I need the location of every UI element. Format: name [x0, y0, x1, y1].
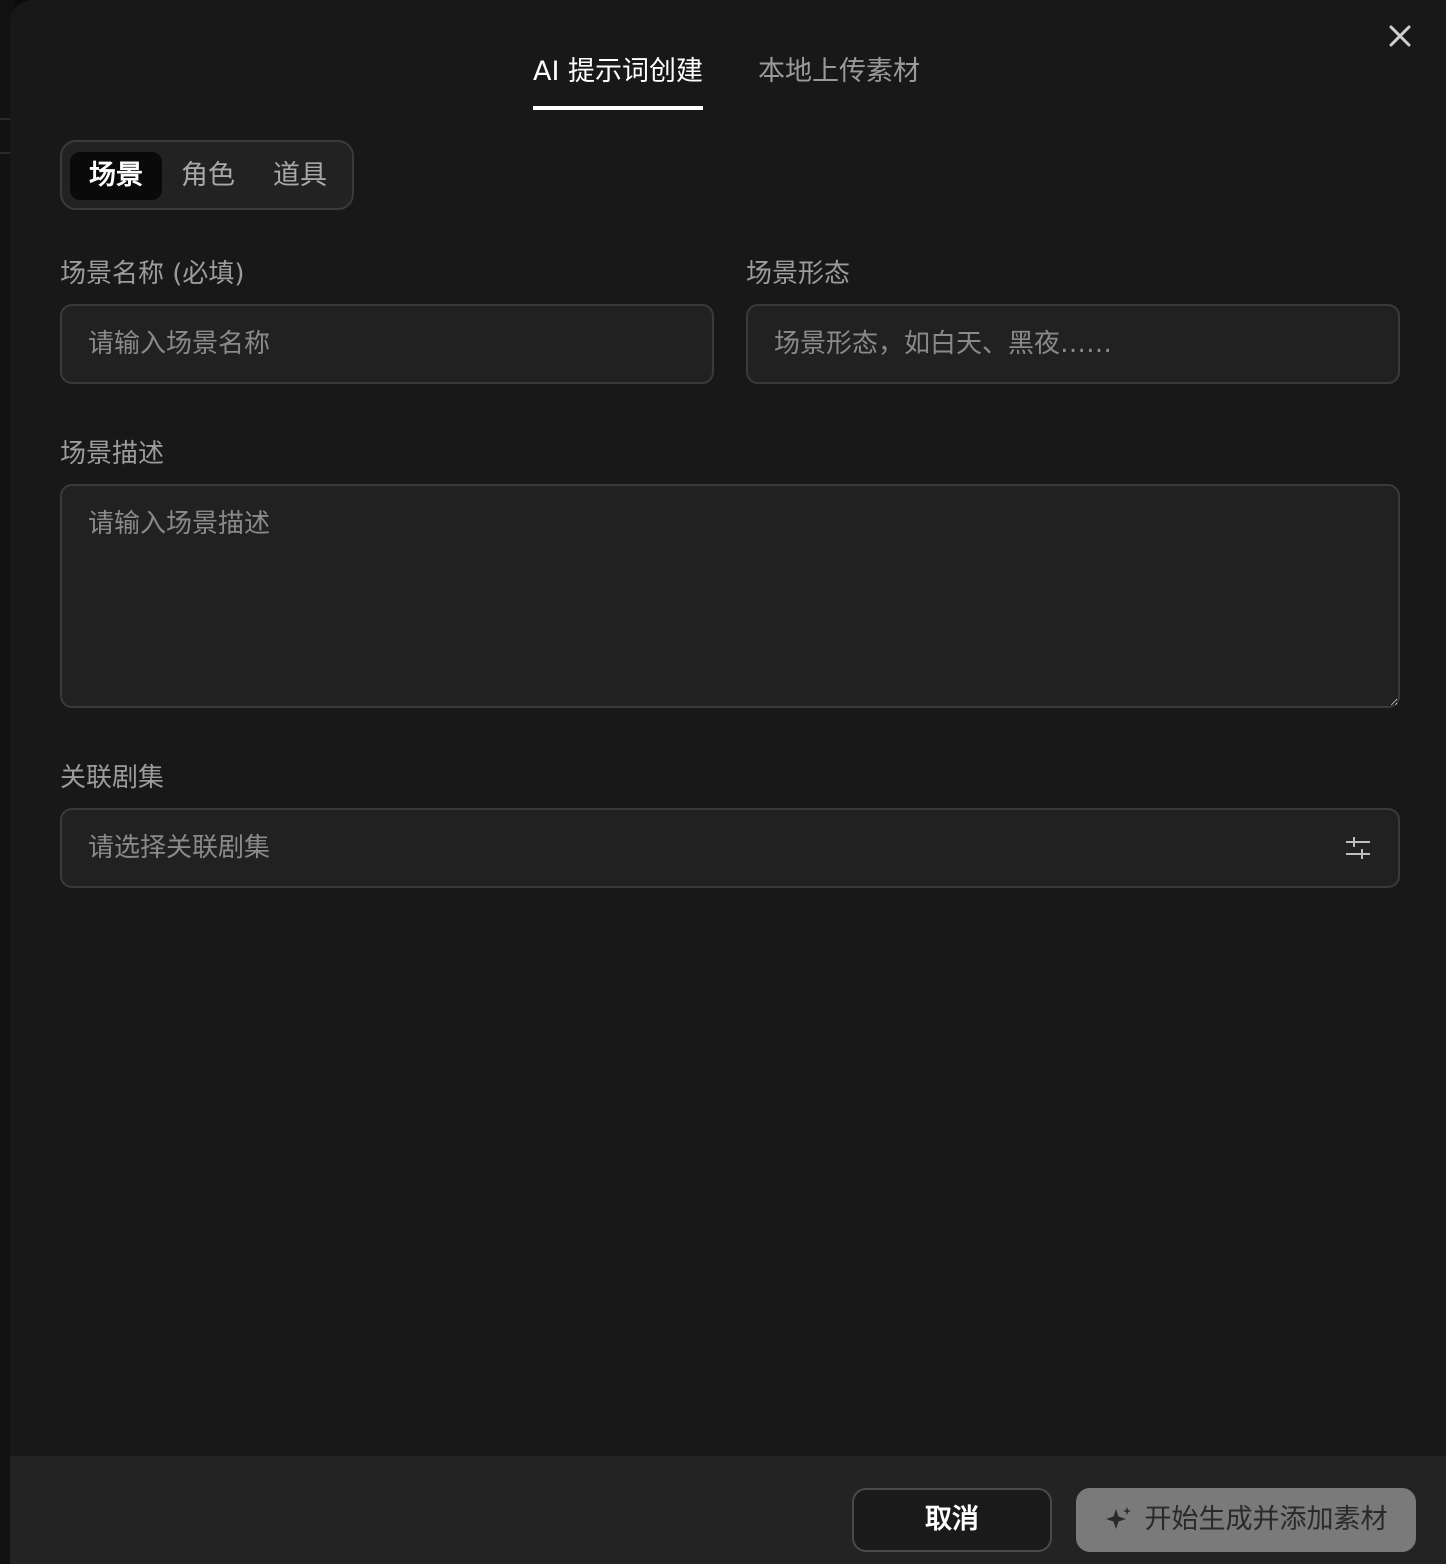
close-icon[interactable] [1384, 20, 1416, 52]
dialog-footer: 取消 开始生成并添加素材 [10, 1456, 1446, 1564]
related-episodes-placeholder: 请选择关联剧集 [88, 833, 271, 863]
asset-type-segmented-control: 场景 角色 道具 [60, 140, 354, 210]
segment-scene[interactable]: 场景 [70, 152, 162, 200]
related-episodes-label: 关联剧集 [60, 763, 165, 793]
scene-description-textarea[interactable] [60, 484, 1400, 708]
generate-and-add-button[interactable]: 开始生成并添加素材 [1076, 1488, 1416, 1552]
scene-name-label: 场景名称 (必填) [60, 259, 245, 289]
scene-form-input[interactable] [746, 304, 1400, 384]
scene-name-input[interactable] [60, 304, 714, 384]
related-episodes-select[interactable]: 请选择关联剧集 [60, 808, 1400, 888]
create-asset-dialog: AI 提示词创建 本地上传素材 场景 角色 道具 场景名称 (必填) 场景形态 … [10, 0, 1446, 1564]
sparkle-icon [1105, 1506, 1131, 1529]
tab-ai-prompt-create[interactable]: AI 提示词创建 [533, 50, 704, 110]
filter-sliders-icon[interactable] [1344, 834, 1372, 862]
scene-description-label: 场景描述 [60, 439, 165, 469]
segment-prop[interactable]: 道具 [254, 152, 346, 200]
dialog-tabs: AI 提示词创建 本地上传素材 [10, 50, 1446, 110]
tab-local-upload[interactable]: 本地上传素材 [758, 50, 920, 94]
cancel-button[interactable]: 取消 [852, 1488, 1052, 1552]
generate-button-label: 开始生成并添加素材 [1144, 1504, 1388, 1535]
segment-character[interactable]: 角色 [162, 152, 254, 200]
scene-form-label: 场景形态 [746, 259, 851, 289]
